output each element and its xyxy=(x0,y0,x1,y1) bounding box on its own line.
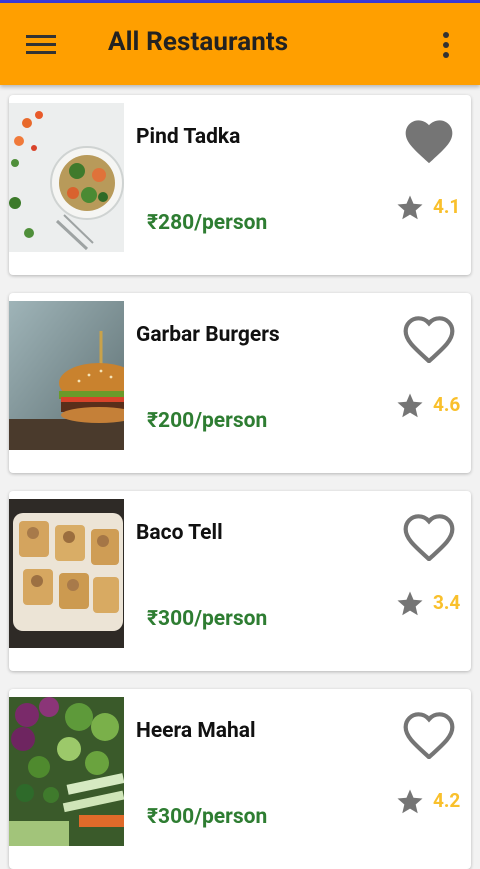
vegetables-photo xyxy=(9,697,124,846)
favorite-outline-heart-icon[interactable] xyxy=(401,509,457,562)
favorite-outline-heart-icon[interactable] xyxy=(401,707,457,760)
restaurant-rating: 3.4 xyxy=(433,591,461,614)
overflow-menu-icon[interactable] xyxy=(434,28,458,64)
burger-photo xyxy=(9,301,124,450)
restaurant-card[interactable]: Garbar Burgers ₹200/person 4.6 xyxy=(9,293,471,473)
restaurant-name: Garbar Burgers xyxy=(136,323,280,347)
restaurant-rating: 4.6 xyxy=(433,393,461,416)
restaurant-card[interactable]: Baco Tell ₹300/person 3.4 xyxy=(9,491,471,671)
favorite-filled-heart-icon[interactable] xyxy=(401,113,457,165)
star-icon xyxy=(395,391,425,421)
restaurant-price: ₹300/person xyxy=(147,607,268,631)
star-icon xyxy=(395,193,425,223)
restaurant-card[interactable]: Heera Mahal ₹300/person 4.2 xyxy=(9,689,471,869)
page-title: All Restaurants xyxy=(108,27,289,57)
restaurant-price: ₹200/person xyxy=(147,409,268,433)
restaurant-price: ₹300/person xyxy=(147,805,268,829)
restaurant-name: Heera Mahal xyxy=(136,719,256,743)
restaurant-rating: 4.2 xyxy=(433,789,461,812)
taco-cups-photo xyxy=(9,499,124,648)
salad-bowl-photo xyxy=(9,103,124,252)
restaurant-rating: 4.1 xyxy=(433,195,461,218)
favorite-outline-heart-icon[interactable] xyxy=(401,311,457,364)
star-icon xyxy=(395,787,425,817)
app-bar: All Restaurants xyxy=(0,3,480,85)
restaurant-name: Pind Tadka xyxy=(136,125,241,149)
restaurant-card[interactable]: Pind Tadka ₹280/person 4.1 xyxy=(9,95,471,275)
hamburger-menu-icon[interactable] xyxy=(18,27,64,63)
restaurant-price: ₹280/person xyxy=(147,211,268,235)
restaurant-name: Baco Tell xyxy=(136,521,223,545)
star-icon xyxy=(395,589,425,619)
